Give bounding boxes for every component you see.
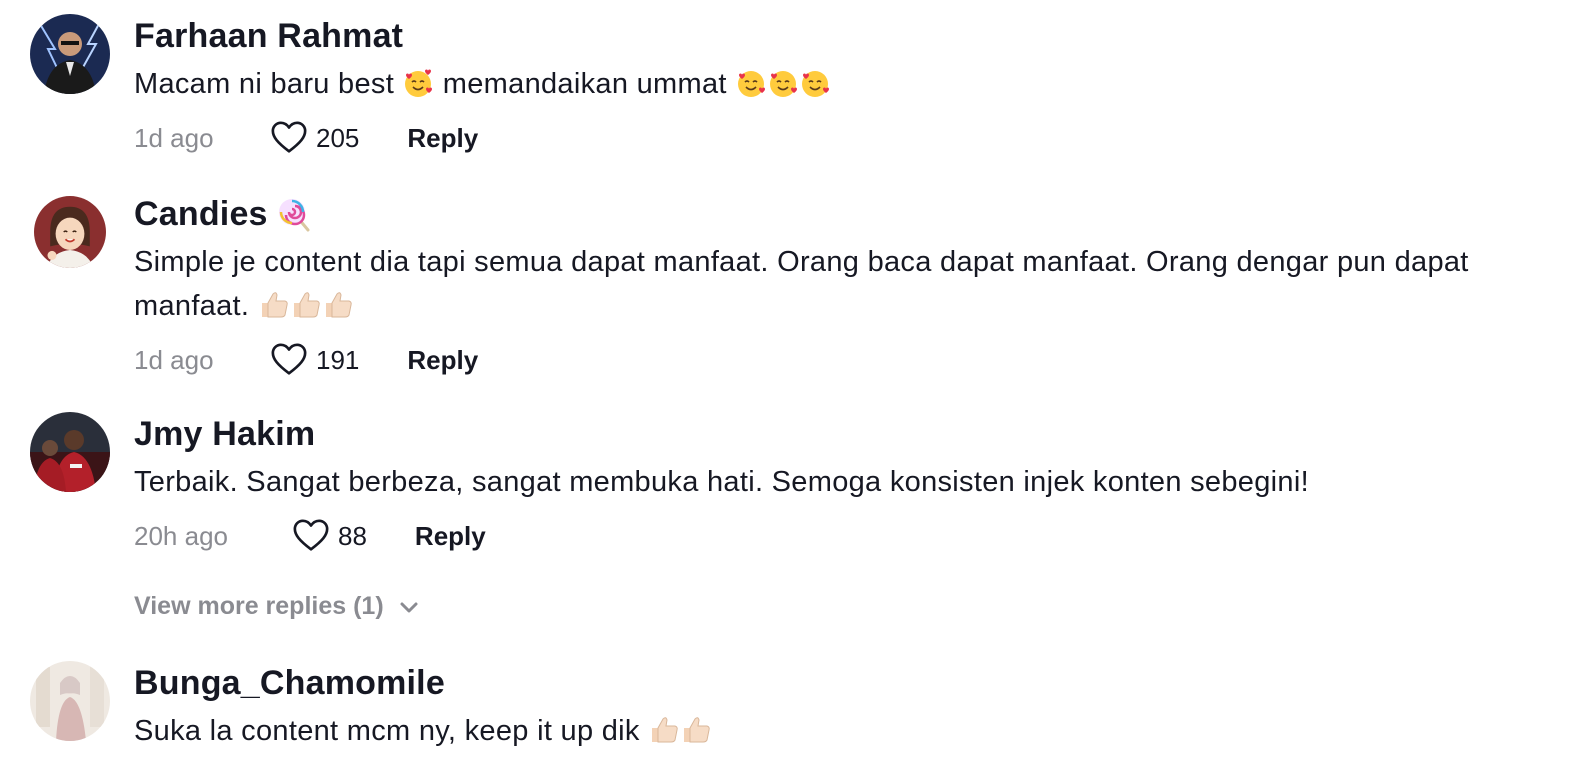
comment-text: Macam ni baru best memandaikan ummat [134,62,1560,106]
username-text[interactable]: Candies [134,192,268,236]
comment-text: Suka la content mcm ny, keep it up dik [134,709,1560,753]
smiling-face-with-hearts-emoji [405,69,433,97]
thumbs-up-emoji [652,717,678,743]
comment-text-part: memandaikan ummat [434,68,736,100]
avatar[interactable] [34,196,106,268]
comment-text-part: Suka la content mcm ny, keep it up dik [134,715,640,747]
view-more-replies-button[interactable]: View more replies (1) [134,592,422,621]
heart-outline-icon[interactable] [270,119,308,157]
avatar-image [30,661,110,741]
heart-outline-icon[interactable] [270,341,308,379]
username-text[interactable]: Jmy Hakim [134,412,315,456]
timestamp: 1d ago [134,122,214,153]
reply-button[interactable]: Reply [407,345,478,376]
comment-text: Simple je content dia tapi semua dapat m… [134,240,1560,328]
smiling-face-with-hearts-emoji [802,71,830,97]
comment-content: Candies Simple je content dia tapi semua… [134,192,1560,380]
avatar[interactable] [30,412,110,492]
comment-text-part: Terbaik. Sangat berbeza, sangat membuka … [134,466,1309,498]
avatar-image [30,412,110,492]
comment-text-part: Macam ni baru best [134,68,395,100]
thumbs-up-emoji [261,292,288,318]
comment-meta: 1d ago 191 Reply [134,340,1560,380]
thumbs-up-emoji [684,717,710,743]
username-text[interactable]: Bunga_Chamomile [134,661,445,705]
username[interactable]: Bunga_Chamomile [134,661,1560,705]
heart-outline-icon[interactable] [292,517,330,555]
avatar[interactable] [30,14,110,94]
username[interactable]: Candies [134,192,1560,236]
like-button[interactable]: 88 [292,517,367,555]
reply-button[interactable]: Reply [415,521,486,552]
comment-content: Bunga_Chamomile Suka la content mcm ny, … [134,661,1560,753]
chevron-down-icon[interactable] [396,594,422,620]
timestamp: 20h ago [134,520,228,551]
avatar-image [34,196,106,268]
timestamp: 1d ago [134,344,214,375]
reply-button[interactable]: Reply [407,123,478,154]
username-text[interactable]: Farhaan Rahmat [134,14,403,58]
username[interactable]: Farhaan Rahmat [134,14,1560,58]
smiling-face-with-hearts-emoji [770,71,798,97]
comment-content: Jmy Hakim Terbaik. Sangat berbeza, sanga… [134,412,1560,556]
comment-meta: 20h ago 88 Reply [134,516,1560,556]
like-count: 205 [316,122,360,153]
comment-text: Terbaik. Sangat berbeza, sangat membuka … [134,460,1560,504]
thumbs-up-emoji [293,292,320,318]
comment-content: Farhaan Rahmat Macam ni baru best memand… [134,14,1560,158]
avatar-image [30,14,110,94]
avatar[interactable] [30,661,110,741]
smiling-face-with-hearts-emoji [738,71,766,97]
like-button[interactable]: 191 [270,341,359,379]
like-button[interactable]: 205 [270,119,359,157]
comment-meta: 1d ago 205 Reply [134,118,1560,158]
like-count: 88 [338,520,367,551]
username[interactable]: Jmy Hakim [134,412,1560,456]
lollipop-emoji [278,199,310,232]
view-more-replies-label[interactable]: View more replies (1) [134,592,384,621]
like-count: 191 [316,344,360,375]
thumbs-up-emoji [325,292,352,318]
